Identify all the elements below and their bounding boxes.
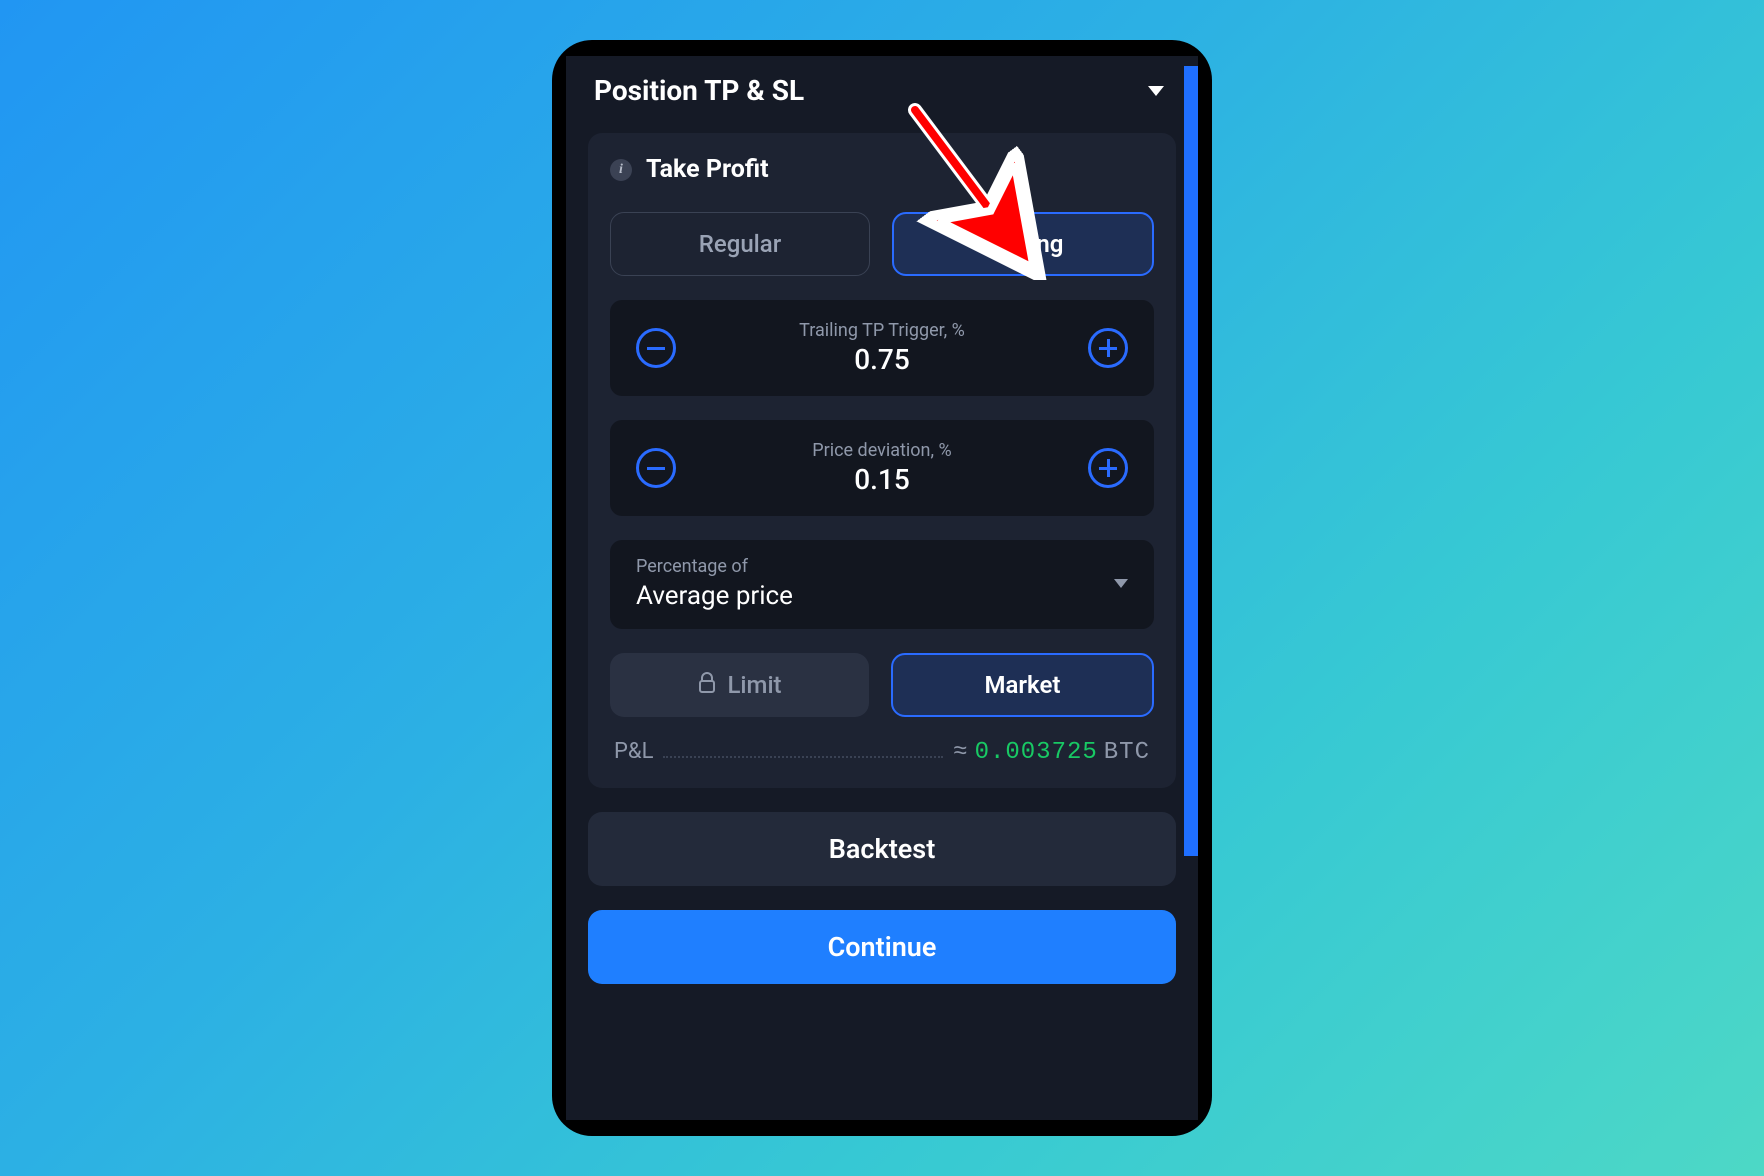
pnl-label: P&L — [614, 739, 653, 764]
percentage-of-label: Percentage of — [636, 556, 793, 577]
section-header[interactable]: Position TP & SL — [566, 56, 1198, 113]
pnl-value: 0.003725 — [975, 739, 1098, 766]
take-profit-card: i Take Profit Regular Trailing Trailing … — [588, 133, 1176, 788]
trailing-trigger-label: Trailing TP Trigger, % — [799, 320, 965, 341]
chevron-down-icon — [1148, 86, 1164, 96]
chevron-down-icon — [1114, 579, 1128, 588]
dotted-divider — [663, 755, 943, 758]
price-deviation-value[interactable]: 0.15 — [812, 463, 951, 496]
vertical-scrollbar[interactable] — [1184, 66, 1198, 856]
order-type-market[interactable]: Market — [891, 653, 1154, 717]
percentage-of-select[interactable]: Percentage of Average price — [610, 540, 1154, 629]
backtest-button[interactable]: Backtest — [588, 812, 1176, 886]
order-type-limit[interactable]: Limit — [610, 653, 869, 717]
price-deviation-field: Price deviation, % 0.15 — [610, 420, 1154, 516]
percentage-of-value: Average price — [636, 581, 793, 611]
order-type-limit-label: Limit — [727, 671, 781, 699]
pnl-approx-symbol: ≈ — [953, 739, 968, 766]
minus-button-trailing-trigger[interactable] — [636, 328, 676, 368]
pnl-row: P&L ≈0.003725BTC — [610, 739, 1154, 766]
lock-icon — [697, 672, 717, 700]
take-profit-label: Take Profit — [646, 155, 769, 184]
app-screen: Position TP & SL i Take Profit Regular T… — [566, 56, 1198, 1120]
continue-button[interactable]: Continue — [588, 910, 1176, 984]
pnl-unit: BTC — [1104, 739, 1150, 766]
device-frame: Position TP & SL i Take Profit Regular T… — [552, 40, 1212, 1136]
tab-trailing[interactable]: Trailing — [892, 212, 1154, 276]
plus-button-price-deviation[interactable] — [1088, 448, 1128, 488]
plus-button-trailing-trigger[interactable] — [1088, 328, 1128, 368]
trailing-trigger-value[interactable]: 0.75 — [799, 343, 965, 376]
info-icon[interactable]: i — [610, 159, 632, 181]
trailing-trigger-field: Trailing TP Trigger, % 0.75 — [610, 300, 1154, 396]
tab-regular[interactable]: Regular — [610, 212, 870, 276]
price-deviation-label: Price deviation, % — [812, 440, 951, 461]
minus-button-price-deviation[interactable] — [636, 448, 676, 488]
section-title: Position TP & SL — [594, 74, 804, 107]
